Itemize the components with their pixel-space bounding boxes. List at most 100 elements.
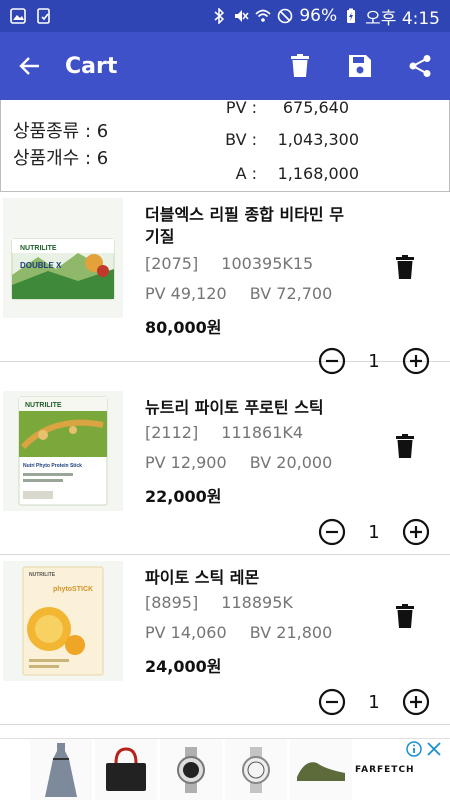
product-price: 22,000원	[145, 487, 222, 506]
battery-charging-icon	[347, 8, 356, 23]
product-pv: PV 49,120	[145, 284, 227, 303]
product-image: NUTRILITE DOUBLE X	[3, 198, 123, 318]
handbag-icon	[106, 747, 146, 791]
bv-value: 1,043,300	[277, 130, 359, 149]
save-button[interactable]	[330, 32, 390, 100]
status-time: 오후 4:15	[365, 8, 440, 29]
cart-summary: 상품종류 : 6 상품개수 : 6 PV : 675,640 BV : 1,04…	[0, 98, 450, 192]
ad-product-watch[interactable]	[160, 739, 222, 800]
a-label: A :	[235, 164, 257, 183]
close-icon[interactable]	[426, 741, 442, 757]
mute-icon	[235, 10, 249, 22]
product-code: [2075]	[145, 254, 199, 273]
decrease-button[interactable]	[318, 688, 346, 716]
ad-brand-text: FARFETCH	[355, 765, 415, 775]
product-bv: BV 20,000	[249, 453, 333, 472]
product-pv: PV 12,900	[145, 453, 227, 472]
decrease-button[interactable]	[318, 518, 346, 546]
increase-button[interactable]	[402, 347, 430, 375]
brand-logo-text: NUTRILITE	[29, 572, 56, 578]
product-name: 더블엑스 리필 종합 비타민 무기질	[145, 205, 344, 246]
product-count: 상품개수 : 6	[13, 148, 109, 169]
brand-logo-text: NUTRILITE	[20, 245, 57, 252]
page-title: Cart	[65, 53, 118, 79]
delete-item-button[interactable]	[392, 601, 418, 631]
blocked-icon	[278, 8, 293, 24]
minus-circle-icon	[318, 688, 346, 716]
product-label-text: DOUBLE X	[20, 261, 62, 270]
minus-circle-icon	[318, 347, 346, 375]
product-name: 뉴트리 파이토 푸로틴 스틱	[145, 398, 324, 417]
product-image: NUTRILITE Nutri Phyto Protein Stick	[3, 391, 123, 511]
product-label-text: phytoSTICK	[53, 586, 93, 593]
status-bar: 96% 오후 4:15	[0, 0, 450, 32]
back-arrow-icon	[19, 57, 39, 75]
delete-item-button[interactable]	[392, 431, 418, 461]
quantity-value: 1	[368, 521, 380, 543]
product-code: [2112]	[145, 423, 199, 442]
save-icon	[349, 55, 371, 77]
app-bar: Cart	[0, 32, 450, 100]
increase-button[interactable]	[402, 688, 430, 716]
product-price: 24,000원	[145, 657, 222, 676]
cart-item: NUTRILITE phytoSTICK 파이토 스틱 레몬 [8895] 11…	[0, 555, 450, 725]
product-bv: BV 21,800	[249, 623, 333, 642]
pv-label: PV :	[225, 98, 257, 117]
minus-circle-icon	[318, 518, 346, 546]
cart-item: NUTRILITE DOUBLE X 더블엑스 리필 종합 비타민 무기질 [2…	[0, 192, 450, 375]
product-id: 118895K	[221, 593, 293, 612]
ad-product-dress[interactable]	[30, 739, 92, 800]
cart-item: NUTRILITE Nutri Phyto Protein Stick 뉴트리 …	[0, 385, 450, 555]
delete-item-button[interactable]	[392, 252, 418, 282]
ad-product-shoes[interactable]	[290, 739, 352, 800]
ad-banner[interactable]: FARFETCH	[0, 738, 450, 800]
share-button[interactable]	[390, 32, 450, 100]
plus-circle-icon	[402, 518, 430, 546]
back-button[interactable]	[0, 32, 60, 100]
share-icon	[409, 55, 431, 77]
bv-label: BV :	[225, 130, 257, 149]
ad-product-bag[interactable]	[95, 739, 157, 800]
quantity-stepper: 1	[318, 517, 430, 547]
summary-a-row: A : 1,168,000	[201, 164, 441, 190]
summary-bv-row: BV : 1,043,300	[201, 130, 441, 156]
quantity-value: 1	[368, 350, 380, 372]
trash-icon	[291, 54, 309, 77]
product-code: [8895]	[145, 593, 199, 612]
quantity-stepper: 1	[318, 687, 430, 717]
ad-product-watch-2[interactable]	[225, 739, 287, 800]
shoe-icon	[297, 762, 345, 781]
brand-logo-text: NUTRILITE	[25, 402, 62, 409]
plus-circle-icon	[402, 688, 430, 716]
product-label-text: Nutri Phyto Protein Stick	[23, 463, 82, 469]
product-kinds: 상품종류 : 6	[13, 121, 109, 142]
trash-icon	[396, 255, 414, 279]
product-bv: BV 72,700	[249, 284, 333, 303]
product-image: NUTRILITE phytoSTICK	[3, 561, 123, 681]
plus-circle-icon	[402, 347, 430, 375]
increase-button[interactable]	[402, 518, 430, 546]
download-done-icon	[37, 8, 50, 24]
product-id: 100395K15	[221, 254, 314, 273]
a-value: 1,168,000	[277, 164, 359, 183]
summary-pv-row: PV : 675,640	[201, 98, 441, 124]
delete-all-button[interactable]	[270, 32, 330, 100]
product-price: 80,000원	[145, 318, 222, 337]
dress-icon	[45, 743, 77, 797]
decrease-button[interactable]	[318, 347, 346, 375]
product-name: 파이토 스틱 레몬	[145, 568, 260, 587]
pv-value: 675,640	[282, 98, 349, 117]
product-id: 111861K4	[221, 423, 304, 442]
watch-icon	[242, 747, 270, 793]
info-icon[interactable]	[406, 741, 422, 757]
product-pv: PV 14,060	[145, 623, 227, 642]
watch-icon	[177, 747, 205, 793]
trash-icon	[396, 604, 414, 628]
quantity-value: 1	[368, 691, 380, 713]
battery-percent: 96%	[299, 6, 338, 26]
wifi-icon	[255, 9, 271, 22]
quantity-stepper: 1	[318, 346, 430, 376]
trash-icon	[396, 434, 414, 458]
gallery-icon	[10, 8, 26, 24]
bluetooth-icon	[214, 8, 225, 24]
